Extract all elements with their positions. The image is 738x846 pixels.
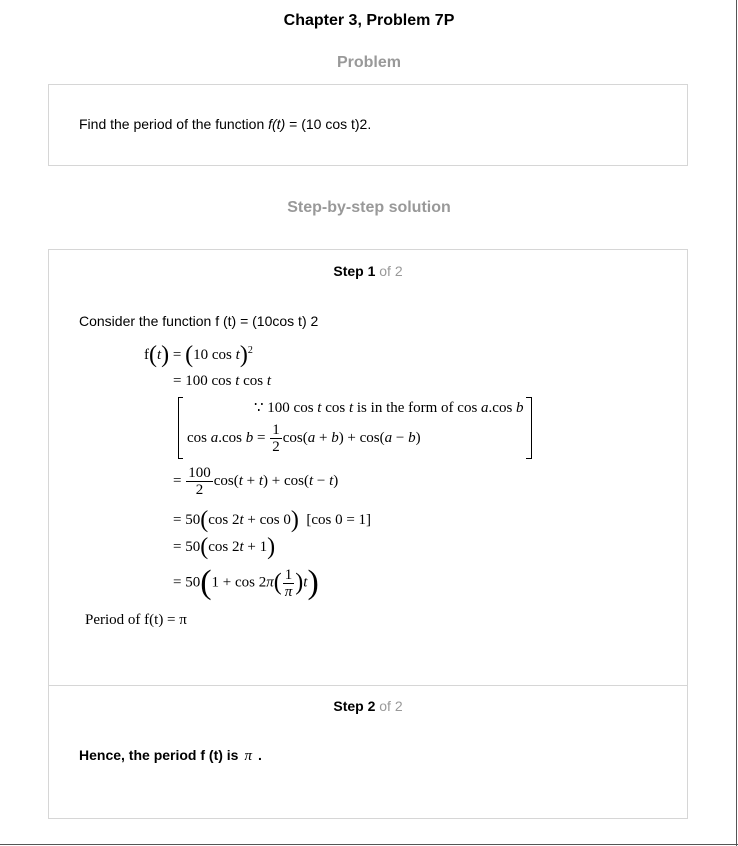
- answer-prefix: Hence, the period f (t) is: [79, 747, 239, 763]
- problem-box: Find the period of the function f(t) = (…: [48, 84, 688, 166]
- math-line-1: f(t) = (10 cos t)2: [144, 342, 253, 368]
- solution-heading: Step-by-step solution: [287, 199, 451, 216]
- right-bracket: [531, 397, 532, 459]
- math-line-2: = 100 cos t cos t: [173, 373, 272, 389]
- left-bracket: [178, 397, 179, 459]
- math-line-6: = 50(1 + cos 2π(1 π)t): [173, 564, 319, 601]
- step-divider: [49, 685, 687, 686]
- answer-suffix: .: [257, 747, 262, 763]
- step-1-header: Step 1 of 2: [49, 263, 687, 279]
- step-1-label: Step 1: [333, 263, 376, 279]
- solution-box: Step 1 of 2 Consider the function f (t) …: [48, 249, 688, 819]
- problem-text-prefix: Find the period of the function: [79, 116, 269, 132]
- step-2-answer: Hence, the period f (t) is π.: [79, 747, 262, 765]
- problem-heading: Problem: [336, 54, 401, 71]
- math-line-3: = 100 2 cos(t + t) + cos(t − t): [173, 465, 339, 498]
- step-2-label: Step 2: [333, 698, 376, 714]
- step-1-of: of 2: [379, 263, 403, 279]
- math-bracket-line-2: cos a.cos b = 1 2 cos(a + b) + cos(a − b): [187, 422, 421, 455]
- period-line: Period of f(t) = π: [85, 612, 187, 628]
- step-2-of: of 2: [379, 698, 403, 714]
- problem-text: Find the period of the function f(t) = (…: [79, 116, 371, 132]
- math-line-4: = 50(cos 2t + cos 0) [cos 0 = 1]: [173, 507, 372, 533]
- step-1-intro: Consider the function f (t) = (10cos t) …: [79, 313, 319, 329]
- frame-border-bottom: [0, 844, 738, 845]
- answer-value: π: [244, 748, 252, 764]
- math-bracket-line-1: ∵ 100 cos t cos t is in the form of cos …: [254, 400, 524, 416]
- math-line-5: = 50(cos 2t + 1): [173, 534, 276, 560]
- problem-text-suffix: = (10 cos t)2.: [285, 116, 372, 132]
- step-2-header: Step 2 of 2: [49, 698, 687, 714]
- problem-function: f(t): [268, 116, 286, 132]
- page-title: Chapter 3, Problem 7P: [283, 12, 455, 29]
- frame-border-right: [736, 0, 737, 846]
